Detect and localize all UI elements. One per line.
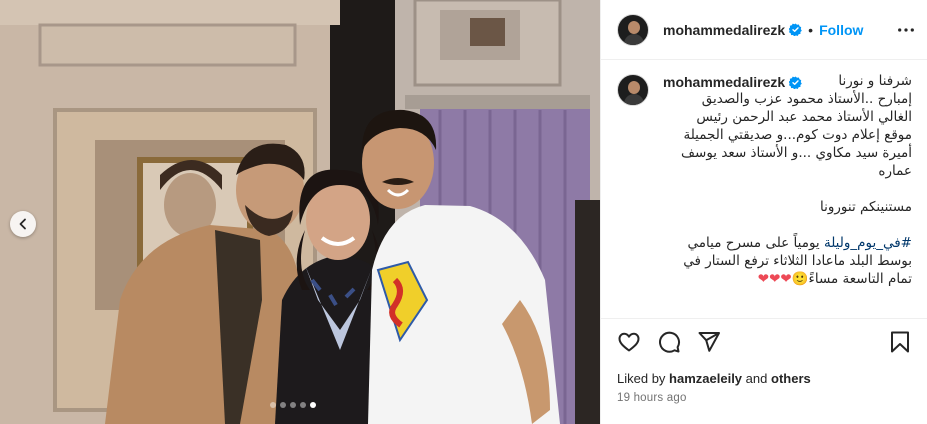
- carousel-dot: [310, 402, 316, 408]
- chevron-left-icon: [19, 218, 26, 230]
- likes-prefix: Liked by: [617, 371, 666, 386]
- post-actions: [601, 318, 927, 364]
- caption-text: شرفنا و نورنا إمبارح ..الأستاذ محمود عزب…: [663, 72, 912, 288]
- post-timestamp[interactable]: 19 hours ago: [617, 392, 687, 404]
- author-username[interactable]: mohammedalirezk: [663, 22, 785, 38]
- post-side-panel: mohammedalirezk • Follow mohammedalirezk…: [600, 0, 927, 424]
- caption-line: الغالي الأستاذ محمد عبد الرحمن رئيس: [696, 109, 912, 125]
- hearts-emoji: ❤❤❤: [757, 271, 792, 287]
- likes-conj: and: [745, 371, 768, 386]
- caption-line: #في_يوم_وليلة يومياً على مسرح ميامي: [663, 234, 912, 252]
- author-avatar[interactable]: [617, 13, 649, 46]
- carousel-prev-button[interactable]: [10, 211, 36, 237]
- verified-icon: [789, 23, 802, 36]
- caption-area: mohammedalirezk شرفنا و نورنا إمبارح ..ا…: [601, 60, 927, 318]
- comment-icon[interactable]: [657, 330, 681, 354]
- instagram-post: mohammedalirezk • Follow mohammedalirezk…: [0, 0, 927, 424]
- post-photo: [0, 0, 600, 424]
- caption-line: بوسط البلد ماعادا الثلاثاء ترفع الستار ف…: [683, 253, 912, 269]
- caption-line: عماره: [878, 163, 912, 179]
- like-heart-icon[interactable]: [617, 330, 641, 354]
- follow-button[interactable]: Follow: [819, 22, 863, 38]
- carousel-dot: [290, 402, 296, 408]
- post-media[interactable]: [0, 0, 600, 424]
- caption-fragment: يومياً على مسرح ميامي: [687, 235, 824, 251]
- caption-line: موقع إعلام دوت كوم...و صديقتي الجميلة: [683, 127, 912, 143]
- caption-username[interactable]: mohammedalirezk: [663, 74, 785, 90]
- liked-by-user-link[interactable]: hamzaeleily: [669, 371, 742, 386]
- carousel-dot: [300, 402, 306, 408]
- post-header: mohammedalirezk • Follow: [601, 0, 927, 60]
- carousel-dot: [280, 402, 286, 408]
- header-separator: •: [808, 21, 814, 38]
- caption-line: مستنينكم تنورونا: [819, 199, 912, 215]
- carousel-dots: [270, 402, 316, 408]
- hashtag-link[interactable]: #في_يوم_وليلة: [824, 235, 912, 251]
- smile-emoji: 🙂: [791, 271, 809, 287]
- carousel-dot: [270, 402, 276, 408]
- caption-row: mohammedalirezk شرفنا و نورنا إمبارح ..ا…: [617, 72, 912, 288]
- share-icon[interactable]: [697, 330, 721, 354]
- likes-summary: Liked by hamzaeleily and others: [617, 371, 811, 386]
- caption-line: تمام التاسعة مساءً🙂❤❤❤: [663, 270, 912, 288]
- verified-icon: [789, 76, 802, 89]
- caption-avatar[interactable]: [617, 74, 649, 106]
- more-options-icon[interactable]: [896, 20, 916, 40]
- likes-others-link[interactable]: others: [771, 371, 811, 386]
- caption-content: mohammedalirezk شرفنا و نورنا إمبارح ..ا…: [663, 72, 912, 288]
- caption-line: أميرة سيد مكاوي ...و الأستاذ سعد يوسف: [681, 145, 912, 161]
- save-bookmark-icon[interactable]: [888, 330, 912, 354]
- caption-line: إمبارح ..الأستاذ محمود عزب والصديق: [701, 91, 912, 107]
- caption-fragment: تمام التاسعة مساءً: [808, 271, 912, 287]
